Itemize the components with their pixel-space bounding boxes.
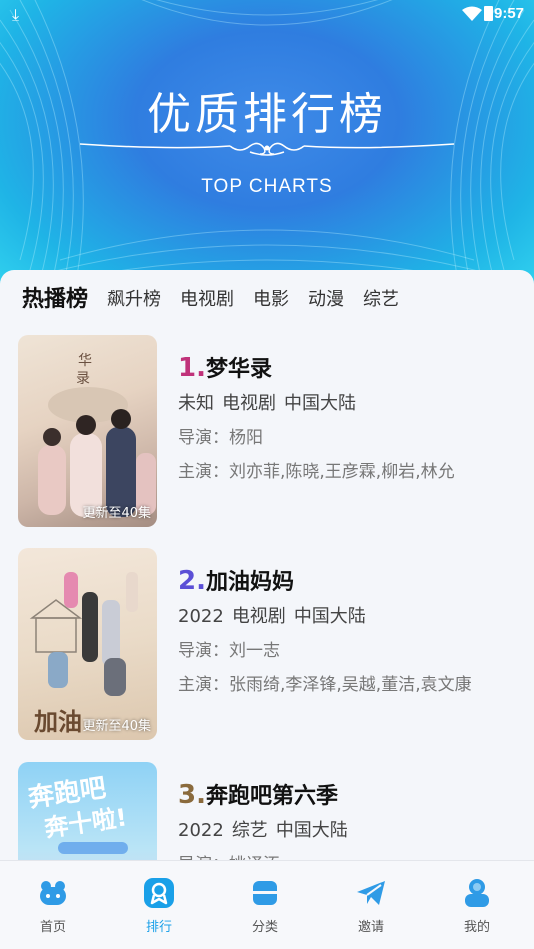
item-year: 2022: [178, 820, 224, 841]
list-item[interactable]: 华 录 更新至40集 1.梦华录 未知 电视剧 中国大陆 导演：杨阳 主演：刘亦菲,…: [18, 335, 518, 527]
item-title[interactable]: 1.梦华录: [178, 351, 518, 385]
poster-figures: 加油: [29, 572, 138, 736]
nav-ranking[interactable]: 排行: [106, 861, 212, 949]
item-type: 电视剧: [222, 393, 276, 414]
invite-icon: [357, 881, 385, 905]
tab-tv-series[interactable]: 电视剧: [180, 286, 234, 314]
episode-badge: 更新至40集: [82, 506, 151, 521]
title-text: 梦华录: [205, 357, 272, 382]
ornament-divider-icon: [80, 142, 454, 156]
rank-number: 1.: [178, 353, 206, 383]
nav-invite[interactable]: 邀请: [318, 861, 424, 949]
profile-icon: [465, 879, 489, 907]
item-year: 未知: [178, 393, 214, 414]
list-item[interactable]: 加油 更新至40集 2.加油妈妈 2022 电视剧 中国大陆 导演：刘一志 主演：张…: [18, 548, 518, 740]
poster-image[interactable]: 奔跑吧 奔十啦!: [18, 762, 157, 870]
item-meta: 2022 综艺 中国大陆: [178, 816, 518, 844]
title-text: 加油妈妈: [205, 570, 294, 595]
wifi-icon: [462, 6, 482, 21]
title-text: 奔跑吧第六季: [205, 784, 338, 809]
item-region: 中国大陆: [275, 820, 348, 841]
item-meta: 未知 电视剧 中国大陆: [178, 389, 518, 417]
poster-image[interactable]: 华 录 更新至40集: [18, 335, 157, 527]
item-meta: 2022 电视剧 中国大陆: [178, 602, 518, 630]
download-icon: ⤓: [12, 5, 20, 24]
banner-title: 优质排行榜: [147, 89, 387, 140]
nav-category[interactable]: 分类: [212, 861, 318, 949]
item-year: 2022: [178, 606, 224, 627]
nav-label: 排行: [145, 920, 172, 935]
item-type: 电视剧: [231, 606, 286, 627]
list-item[interactable]: 奔跑吧 奔十啦! 3.奔跑吧第六季 2022综艺中国大陆 导演：姚译添: [18, 762, 518, 870]
nav-label: 分类: [251, 920, 278, 935]
banner-subtitle: TOP CHARTS: [201, 176, 333, 197]
nav-profile[interactable]: 我的: [424, 861, 530, 949]
item-title[interactable]: 3.奔跑吧第六季: [178, 778, 518, 812]
home-icon: [40, 881, 66, 905]
battery-icon: [484, 6, 493, 21]
item-cast: 主演：张雨绮,李泽锋,吴越,董洁,袁文康: [178, 675, 472, 695]
clock: 9:57: [494, 5, 525, 22]
nav-label: 我的: [463, 920, 490, 935]
nav-home[interactable]: 首页: [0, 861, 106, 949]
tab-rising[interactable]: 飙升榜: [107, 286, 161, 314]
tab-hot[interactable]: 热播榜: [22, 286, 88, 314]
item-type: 综艺: [231, 820, 268, 841]
rank-number: 3.: [178, 780, 206, 810]
item-title[interactable]: 2.加油妈妈: [178, 564, 518, 598]
poster-figures: 奔跑吧 奔十啦!: [26, 773, 129, 854]
top-charts-banner: ⤓ 9:57 优质排行榜 TOP CHARTS: [0, 0, 534, 300]
svg-text:录: 录: [76, 371, 90, 387]
ranking-tabs: 热播榜 飙升榜 电视剧 电影 动漫 综艺: [22, 284, 418, 314]
ranking-icon: [144, 878, 174, 908]
rank-number: 2.: [178, 566, 206, 596]
bottom-navigation: 首页 排行 分类 邀请 我的: [0, 860, 534, 949]
tab-variety[interactable]: 综艺: [363, 286, 399, 314]
item-region: 中国大陆: [293, 606, 366, 627]
tab-movie[interactable]: 电影: [253, 286, 289, 314]
tab-anime[interactable]: 动漫: [308, 286, 344, 314]
status-bar: ⤓ 9:57: [0, 0, 534, 32]
svg-text:华: 华: [78, 353, 92, 369]
item-director: 导演：杨阳: [178, 428, 263, 448]
item-cast: 主演：刘亦菲,陈晓,王彦霖,柳岩,林允: [178, 462, 455, 482]
item-region: 中国大陆: [284, 393, 356, 414]
nav-label: 首页: [39, 920, 66, 935]
svg-text:加油: 加油: [34, 707, 82, 736]
poster-image[interactable]: 加油 更新至40集: [18, 548, 157, 740]
nav-label: 邀请: [357, 920, 384, 935]
ranking-panel: 热播榜 飙升榜 电视剧 电影 动漫 综艺 华 录 更新至40集 1.梦华录 未知…: [0, 270, 534, 870]
item-director: 导演：刘一志: [178, 641, 280, 661]
category-icon: [253, 881, 277, 905]
poster-figures: 华 录: [38, 353, 156, 517]
episode-badge: 更新至40集: [82, 719, 151, 734]
